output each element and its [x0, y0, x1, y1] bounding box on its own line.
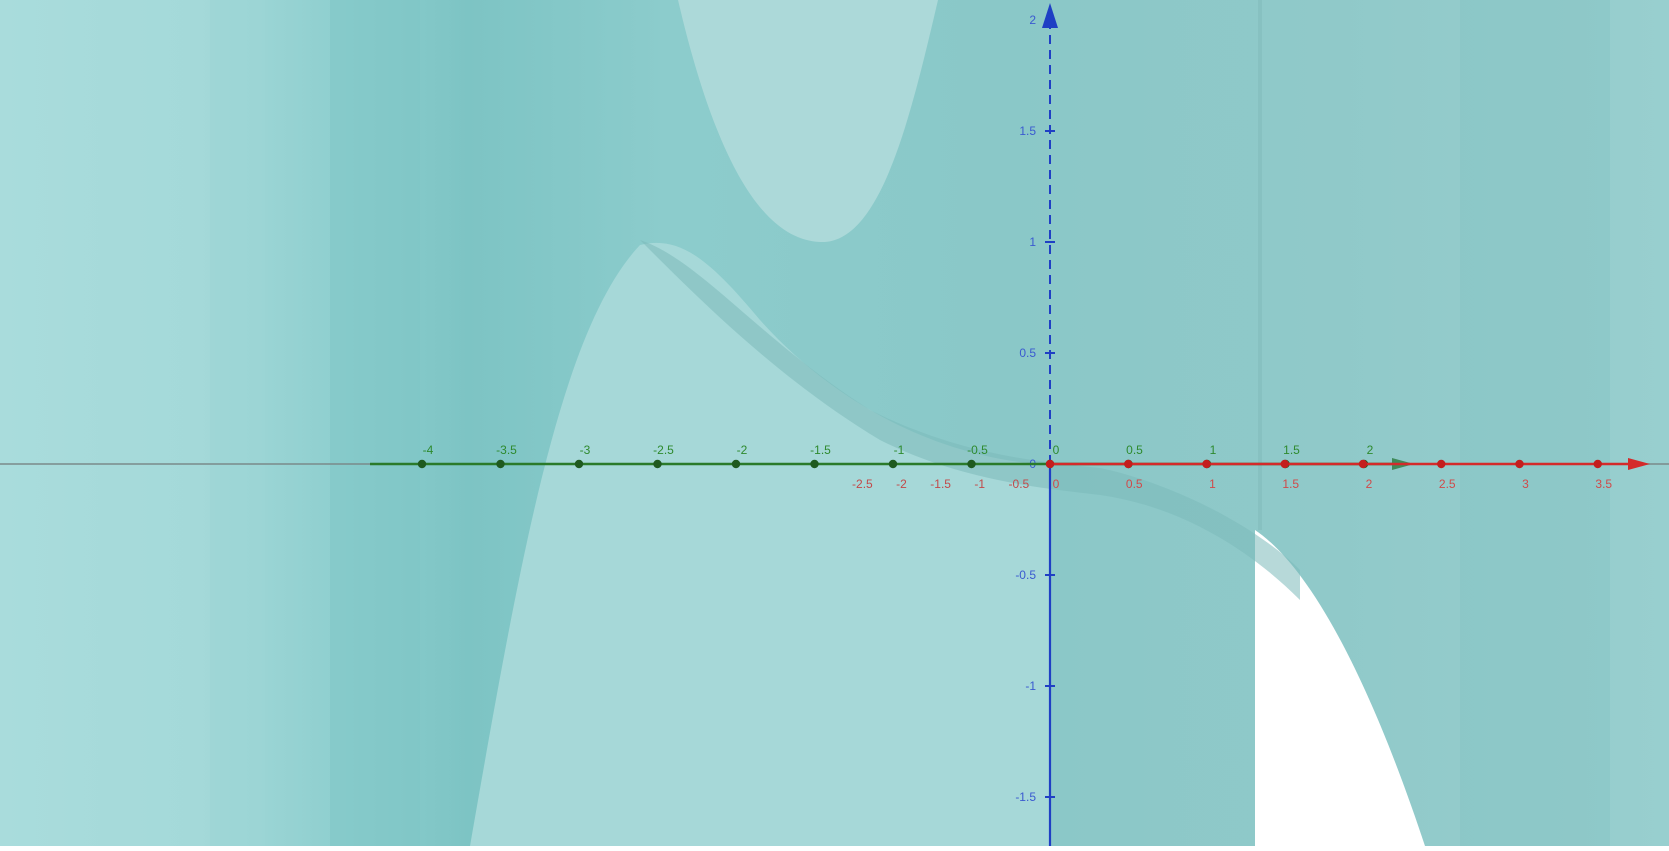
- y-axis-point: [967, 459, 976, 469]
- y-axis-point: [888, 459, 898, 469]
- y-axis-point: [417, 459, 427, 469]
- x-axis-negative-tick-label: -2.5: [852, 477, 873, 491]
- x-axis-point: [1437, 459, 1446, 469]
- y-axis-point: [496, 459, 505, 469]
- y-axis-tick-label: -1.5: [810, 443, 831, 457]
- scene-canvas[interactable]: 2 1.5 1 0.5 0 -0.5 -1 -1.5 -4 -3.5 -3 -2.5 -2 -1.5 -1 -…: [0, 0, 1669, 846]
- x-axis-tick-label: 2.5: [1439, 477, 1456, 491]
- surface-strip: [1258, 0, 1262, 530]
- y-axis-point: [810, 459, 819, 469]
- y-axis-tick-label: -2.5: [653, 443, 674, 457]
- x-axis-point: [1124, 459, 1133, 469]
- x-axis-point: [1280, 459, 1289, 469]
- x-axis-tick-label: 0.5: [1126, 477, 1143, 491]
- y-axis-point: [731, 459, 741, 469]
- x-axis-tick-label: 1: [1209, 477, 1216, 491]
- x-axis-point: [1593, 459, 1602, 469]
- y-axis-tick-label: 1: [1210, 443, 1217, 457]
- y-axis-tick-label: 0.5: [1126, 443, 1143, 457]
- y-axis-tick-label: 2: [1367, 443, 1374, 457]
- x-axis-tick-label: 1.5: [1282, 477, 1299, 491]
- y-axis-point: [653, 459, 662, 469]
- x-axis-point: [1515, 459, 1524, 469]
- x-axis-point: [1358, 459, 1368, 469]
- z-axis-tick-label: 1: [1029, 235, 1036, 249]
- surface-strip: [210, 0, 265, 846]
- surface-strip: [1460, 0, 1610, 846]
- x-axis-point: [1045, 459, 1055, 469]
- surface-strip: [330, 0, 420, 846]
- x-axis-negative-tick-label: -1: [974, 477, 985, 491]
- surface[interactable]: [0, 0, 1669, 846]
- z-axis-tick-label: -1: [1025, 679, 1036, 693]
- x-axis-negative-tick-label: -1.5: [930, 477, 951, 491]
- x-axis-negative-tick-label: -0.5: [1009, 477, 1030, 491]
- y-axis-tick-label: -2: [737, 443, 748, 457]
- graphics-view-3d[interactable]: 2 1.5 1 0.5 0 -0.5 -1 -1.5 -4 -3.5 -3 -2.5 -2 -1.5 -1 -…: [0, 0, 1669, 846]
- x-axis-point: [1202, 459, 1211, 469]
- x-axis-negative-tick-label: -2: [896, 477, 907, 491]
- z-axis-tick-label: 0.5: [1019, 346, 1036, 360]
- z-axis-tick-label: -0.5: [1015, 568, 1036, 582]
- x-axis-tick-label: 2: [1366, 477, 1373, 491]
- y-axis-tick-label: 1.5: [1283, 443, 1300, 457]
- y-axis-tick-label: -1: [894, 443, 905, 457]
- y-axis-tick-label: -0.5: [967, 443, 988, 457]
- y-axis-point: [574, 459, 584, 469]
- x-axis-tick-label: 3: [1522, 477, 1529, 491]
- y-axis-tick-label: -3.5: [496, 443, 517, 457]
- z-axis-tick-label: -1.5: [1015, 790, 1036, 804]
- y-axis-tick-label: 0: [1053, 443, 1060, 457]
- x-axis-tick-label: 0: [1053, 477, 1060, 491]
- y-axis-tick-label: -3: [580, 443, 591, 457]
- z-axis-tick-label: 1.5: [1019, 124, 1036, 138]
- y-axis-tick-label: -4: [423, 443, 434, 457]
- x-axis-tick-label: 3.5: [1595, 477, 1612, 491]
- z-axis-tick-label: 2: [1029, 13, 1036, 27]
